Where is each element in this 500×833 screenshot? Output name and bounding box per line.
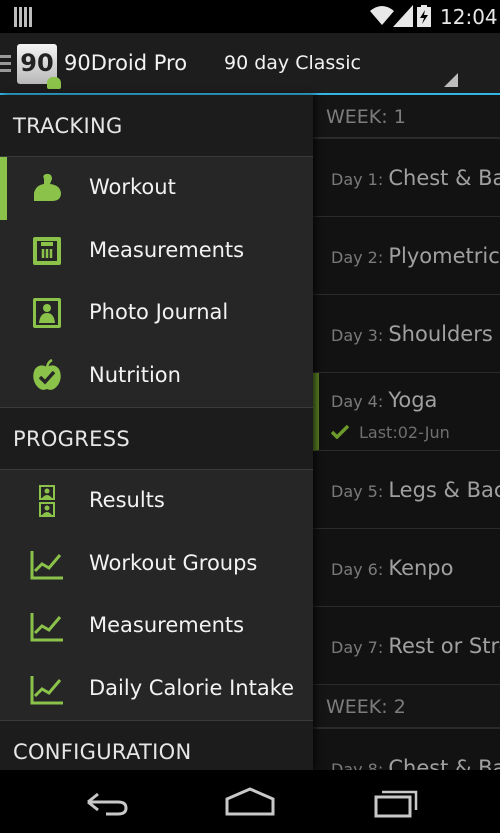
scale-icon xyxy=(33,236,61,265)
check-icon xyxy=(331,425,349,439)
program-spinner-value: 90 day Classic xyxy=(224,52,361,74)
day-workout-name: Plyometrics xyxy=(388,244,500,268)
chart-icon xyxy=(30,550,63,579)
drawer-item-label: Workout xyxy=(89,175,176,199)
day-number: Day 7: xyxy=(331,638,384,657)
day-row[interactable]: Day 7: Rest or Stretch xyxy=(313,607,500,685)
home-button[interactable] xyxy=(220,784,280,820)
last-completed: Last:02-Jun xyxy=(359,423,450,442)
day-row[interactable]: Day 2: Plyometrics xyxy=(313,217,500,295)
drawer-item-nutrition[interactable]: Nutrition xyxy=(0,345,313,408)
action-bar: 90 90Droid Pro 90 day Classic xyxy=(0,33,500,95)
day-row[interactable]: Day 6: Kenpo xyxy=(313,529,500,607)
day-row[interactable]: Day 8: Chest & Back xyxy=(313,729,500,770)
drawer-section-configuration: CONFIGURATION xyxy=(0,721,313,770)
drawer-item-label: Daily Calorie Intake xyxy=(89,675,295,700)
day-workout-name: Chest & Back xyxy=(388,166,500,190)
clock: 12:04 xyxy=(440,5,498,29)
week-header: WEEK: 2 xyxy=(313,685,500,729)
drawer-item-label: Workout Groups xyxy=(89,550,258,575)
day-number: Day 8: xyxy=(331,760,384,770)
spinner-arrow-icon xyxy=(444,73,458,87)
battery-charging-icon xyxy=(417,5,431,27)
drawer-indicator-icon[interactable] xyxy=(0,55,12,75)
day-workout-name: Rest or Stretch xyxy=(388,634,500,658)
drawer-item-label: Photo Journal xyxy=(89,300,229,324)
drawer-item-label: Results xyxy=(89,488,165,512)
android-icon xyxy=(47,77,61,89)
week-header: WEEK: 1 xyxy=(313,95,500,139)
drawer-item-results[interactable]: Results xyxy=(0,470,313,533)
program-spinner[interactable]: 90 day Classic xyxy=(210,33,468,95)
app-logo[interactable]: 90 xyxy=(17,44,61,89)
drawer-item-label: Nutrition xyxy=(89,362,181,387)
day-workout-name: Kenpo xyxy=(388,556,454,580)
chart-icon xyxy=(30,613,63,642)
day-row[interactable]: Day 4: Yoga Last:02-Jun xyxy=(313,373,500,451)
day-number: Day 2: xyxy=(331,248,384,267)
drawer-item-label: Measurements xyxy=(89,237,245,262)
wifi-icon xyxy=(370,6,394,25)
day-number: Day 3: xyxy=(331,326,384,345)
drawer-item-measurements[interactable]: Measurements xyxy=(0,220,313,283)
apple-check-icon xyxy=(33,358,61,390)
drawer-item-label: Measurements xyxy=(89,613,245,637)
navigation-drawer: TRACKING Workout Measurements Photo Jour… xyxy=(0,95,313,770)
day-number: Day 4: xyxy=(331,392,384,411)
app-title: 90Droid Pro xyxy=(64,51,188,75)
signal-icon xyxy=(393,5,413,27)
drawer-section-tracking: TRACKING xyxy=(0,95,313,157)
recent-apps-button[interactable] xyxy=(366,784,426,820)
drawer-item-photo-journal[interactable]: Photo Journal xyxy=(0,282,313,345)
day-row[interactable]: Day 5: Legs & Back xyxy=(313,451,500,529)
app-logo-text: 90 xyxy=(20,49,54,77)
photo-portrait-icon xyxy=(33,298,61,328)
notification-icon xyxy=(14,7,34,27)
day-workout-name: Legs & Back xyxy=(388,478,500,502)
day-number: Day 6: xyxy=(331,560,384,579)
day-workout-name: Shoulders & Arms xyxy=(388,322,500,346)
chart-icon xyxy=(30,675,63,704)
day-row[interactable]: Day 3: Shoulders & Arms xyxy=(313,295,500,373)
day-number: Day 5: xyxy=(331,482,384,501)
day-workout-name: Yoga xyxy=(388,388,438,412)
back-button[interactable] xyxy=(76,784,136,820)
drawer-item-daily-calorie-intake[interactable]: Daily Calorie Intake xyxy=(0,658,313,721)
schedule-list: WEEK: 1 Day 1: Chest & Back Day 2: Plyom… xyxy=(313,95,500,770)
drawer-item-workout[interactable]: Workout xyxy=(0,157,313,220)
day-workout-name: Chest & Back xyxy=(388,756,500,770)
day-row[interactable]: Day 1: Chest & Back xyxy=(313,139,500,217)
bicep-icon xyxy=(34,173,61,201)
system-nav-bar xyxy=(0,770,500,833)
drawer-item-workout-groups[interactable]: Workout Groups xyxy=(0,533,313,596)
drawer-section-progress: PROGRESS xyxy=(0,408,313,470)
day-number: Day 1: xyxy=(331,170,384,189)
drawer-item-progress-measurements[interactable]: Measurements xyxy=(0,595,313,658)
results-icon xyxy=(39,485,55,517)
status-bar: 12:04 xyxy=(0,0,500,33)
